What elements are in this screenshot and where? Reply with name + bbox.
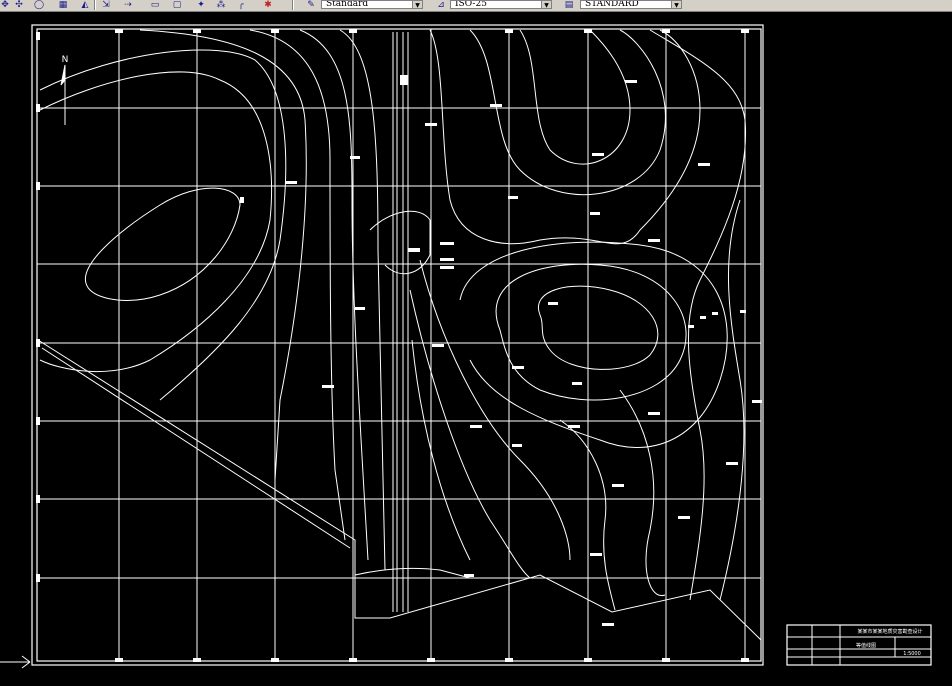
- match-properties-icon[interactable]: ⇲: [100, 0, 112, 10]
- chevron-down-icon[interactable]: ▼: [412, 1, 422, 8]
- toolbar-separator: [94, 0, 96, 10]
- text-style-icon[interactable]: ✎: [304, 0, 318, 10]
- dim-style-icon[interactable]: ⊿: [434, 0, 448, 10]
- properties-icon[interactable]: ◭: [80, 0, 90, 10]
- zoom-realtime-icon[interactable]: ✣: [14, 0, 24, 10]
- mirror-icon[interactable]: ▢: [172, 0, 182, 10]
- drawing-scale: 1:5000: [903, 651, 921, 657]
- road-corridor: [392, 32, 409, 612]
- drawing-canvas[interactable]: N 某某市某某地质灾害勘查设计 等值线图 1:5000: [0, 12, 952, 682]
- explode-icon[interactable]: ⁂: [216, 0, 226, 10]
- x-axis-ucs-icon: [0, 655, 31, 669]
- drawing-name: 等值线图: [856, 642, 876, 649]
- north-label: N: [62, 55, 69, 65]
- cad-drawing: N 某某市某某地质灾害勘查设计 等值线图 1:5000: [0, 24, 932, 669]
- north-arrow: [60, 64, 66, 125]
- project-title: 某某市某某地质灾害勘查设计: [857, 628, 922, 635]
- boundary-line: [37, 339, 762, 641]
- text-style-select[interactable]: Standard ▼: [321, 0, 423, 9]
- toolbar-separator: [292, 0, 294, 10]
- text-style-value: Standard: [326, 0, 369, 9]
- cad-toolbar: ✥ ✣ ◯ ▦ ◭ ⇲ ⇢ ▭ ▢ ✦ ⁂ ╭ ✱ ✎ Standard ▼ ⊿…: [0, 0, 952, 12]
- move-icon[interactable]: ⇢: [122, 0, 134, 10]
- chevron-down-icon[interactable]: ▼: [671, 1, 681, 8]
- zoom-previous-icon[interactable]: ▦: [58, 0, 68, 10]
- rotate-icon[interactable]: ✦: [196, 0, 206, 10]
- undo-icon[interactable]: ✱: [262, 0, 274, 10]
- copy-icon[interactable]: ▭: [150, 0, 160, 10]
- coordinate-grid: [37, 29, 761, 661]
- table-style-select[interactable]: STANDARD ▼: [580, 0, 682, 9]
- dim-style-value: ISO-25: [455, 0, 487, 9]
- sheet-frame: [31, 24, 932, 666]
- table-style-value: STANDARD: [585, 0, 639, 9]
- table-style-icon[interactable]: ▤: [562, 0, 576, 10]
- dim-style-select[interactable]: ISO-25 ▼: [450, 0, 552, 9]
- dimension-icon[interactable]: ╭: [236, 0, 246, 10]
- zoom-window-icon[interactable]: ◯: [34, 0, 44, 10]
- chevron-down-icon[interactable]: ▼: [541, 1, 551, 8]
- pan-icon[interactable]: ✥: [0, 0, 10, 10]
